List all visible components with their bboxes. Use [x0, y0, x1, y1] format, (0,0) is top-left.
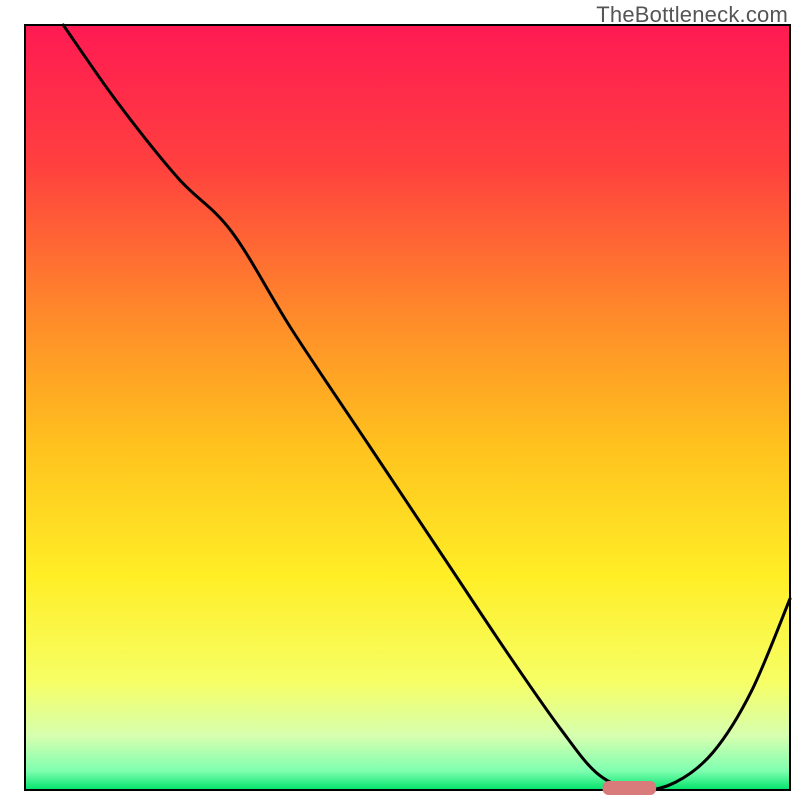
optimal-zone-marker [603, 781, 657, 795]
bottleneck-chart: TheBottleneck.com [0, 0, 800, 800]
watermark-text: TheBottleneck.com [596, 2, 788, 28]
chart-svg [0, 0, 800, 800]
plot-background [25, 25, 790, 790]
